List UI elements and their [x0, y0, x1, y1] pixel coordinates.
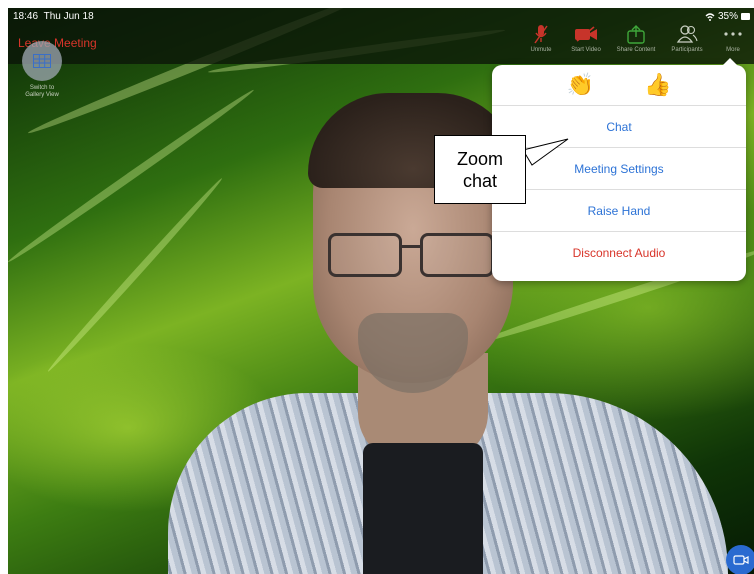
more-icon	[724, 32, 742, 36]
annotation-callout: Zoom chat	[434, 135, 526, 204]
gallery-label-line2: Gallery View	[25, 92, 59, 98]
menu-item-disconnect-audio[interactable]: Disconnect Audio	[492, 231, 746, 273]
undershirt	[363, 443, 483, 574]
glasses-right-lens	[420, 233, 494, 277]
clap-reaction-icon[interactable]: 👏	[567, 74, 594, 96]
switch-camera-button[interactable]	[726, 545, 754, 574]
unmute-button[interactable]: Unmute	[520, 23, 562, 63]
gallery-label-line1: Switch to	[29, 85, 55, 91]
mic-muted-icon	[534, 25, 548, 44]
menu-item-raise-hand[interactable]: Raise Hand	[492, 189, 746, 231]
gallery-grid-icon	[33, 54, 51, 68]
unmute-label: Unmute	[530, 47, 552, 53]
participants-icon	[676, 25, 698, 43]
share-icon	[627, 25, 645, 44]
callout-line2: chat	[462, 170, 497, 191]
more-button[interactable]: More	[712, 23, 754, 63]
popover-caret	[722, 58, 738, 66]
participants-label: Participants	[671, 47, 703, 53]
callout-line1: Zoom	[456, 148, 503, 169]
switch-to-gallery-button[interactable]: Switch to Gallery View	[21, 41, 63, 99]
status-date: Thu Jun 18	[43, 11, 94, 22]
reactions-row: 👏 👍	[492, 65, 746, 105]
start-video-button[interactable]: Start Video	[562, 23, 610, 63]
battery-percent: 35%	[717, 11, 738, 22]
wifi-icon	[705, 12, 715, 21]
more-label: More	[726, 47, 740, 53]
more-menu-popover: 👏 👍 Chat Meeting Settings Raise Hand Dis…	[492, 58, 746, 281]
status-indicators: 35%	[705, 11, 750, 22]
gallery-label: Switch to Gallery View	[21, 85, 63, 99]
menu-item-chat[interactable]: Chat	[492, 105, 746, 147]
share-content-button[interactable]: Share Content	[610, 23, 662, 63]
camera-icon	[733, 555, 749, 565]
glasses-left-lens	[328, 233, 402, 277]
status-clock: 18:46 Thu Jun 18	[13, 11, 94, 22]
battery-icon	[741, 13, 750, 20]
start-video-label: Start Video	[571, 47, 601, 53]
status-time: 18:46	[13, 11, 39, 22]
share-content-label: Share Content	[616, 47, 656, 53]
video-off-icon	[575, 26, 597, 42]
glasses-bridge	[400, 245, 420, 248]
meeting-toolbar: Unmute Start Video Share Content Partici…	[520, 23, 754, 63]
meeting-top-bar: 18:46 Thu Jun 18 35% Leave Meeting Unmut…	[8, 8, 754, 64]
participants-button[interactable]: Participants	[662, 23, 712, 63]
menu-item-meeting-settings[interactable]: Meeting Settings	[492, 147, 746, 189]
gallery-circle	[22, 41, 62, 81]
thumbs-up-reaction-icon[interactable]: 👍	[644, 74, 671, 96]
